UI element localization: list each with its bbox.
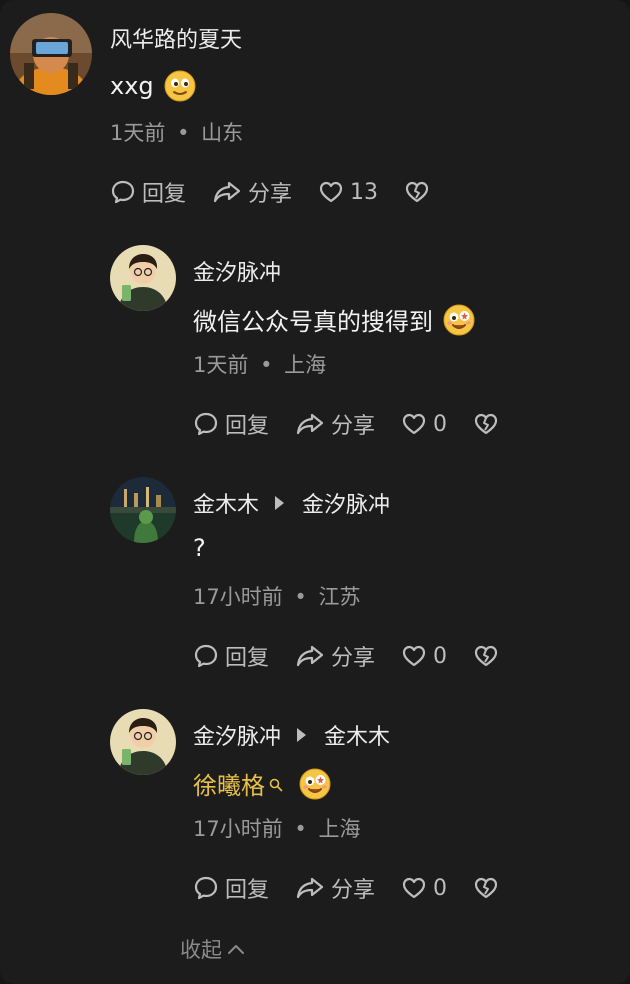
share-label: 分享 [331,878,376,903]
comment-text: 微信公众号真的搜得到 [193,302,475,337]
comment-body: 微信公众号真的搜得到 [193,308,433,336]
broken-heart-icon [474,877,498,899]
dislike-button[interactable] [473,411,499,437]
author-name-row: 风华路的夏天 [110,22,242,54]
comment-text: 徐曦格 [193,766,331,801]
comment-meta: 1天前 • 上海 [193,349,326,379]
reply-button[interactable]: 回复 [193,872,269,904]
broken-heart-icon [474,413,498,435]
broken-heart-icon [474,645,498,667]
separator-dot: • [177,121,190,145]
like-button[interactable]: 13 [318,179,378,205]
author-name-row: 金汐脉冲 金木木 [193,719,390,751]
comment-text: xxg [110,70,196,102]
share-label: 分享 [248,182,293,207]
collapse-replies-button[interactable]: 收起 [180,934,246,964]
reply-to-name[interactable]: 金汐脉冲 [302,487,390,519]
comment-meta: 17小时前 • 上海 [193,813,361,843]
avatar[interactable] [10,13,92,95]
reply-label: 回复 [142,182,187,207]
reply-to-arrow-icon [297,728,307,742]
share-arrow-icon [296,645,324,667]
heart-icon [319,181,343,203]
comment-location: 上海 [284,353,327,377]
heart-icon [402,877,426,899]
comment-actions: 回复 分享 13 [110,176,456,208]
comment-body: ? [193,534,206,562]
share-button[interactable]: 分享 [295,408,375,440]
author-name[interactable]: 金木木 [193,487,259,519]
comment-bubble-icon [111,180,135,204]
separator-dot: • [260,353,273,377]
reply-button[interactable]: 回复 [110,176,186,208]
author-name[interactable]: 金汐脉冲 [193,255,281,287]
separator-dot: • [294,817,307,841]
like-button[interactable]: 0 [401,875,447,901]
like-button[interactable]: 0 [401,411,447,437]
comment-actions: 回复 分享 0 [193,408,525,440]
dislike-button[interactable] [473,643,499,669]
broken-heart-icon [405,181,429,203]
comment-location: 上海 [318,817,361,841]
smile-face-emoji [164,70,196,102]
author-name-row: 金汐脉冲 [193,255,281,287]
author-name-row: 金木木 金汐脉冲 [193,487,390,519]
share-button[interactable]: 分享 [212,176,292,208]
comment-time: 17小时前 [193,817,283,841]
comment-bubble-icon [194,644,218,668]
comment-body: xxg [110,72,154,100]
comment-meta: 17小时前 • 江苏 [193,581,361,611]
comment-time: 1天前 [193,353,249,377]
reply-label: 回复 [225,414,270,439]
avatar[interactable] [110,709,176,775]
share-button[interactable]: 分享 [295,872,375,904]
comment-location: 山东 [201,121,244,145]
share-arrow-icon [296,877,324,899]
chevron-up-icon [228,945,244,954]
starry-eyed-face-emoji [443,304,475,336]
reply-label: 回复 [225,646,270,671]
comment-panel: 风华路的夏天 xxg 1天前 • 山东 回复 分享 13 金汐脉冲 微信公众号真… [0,0,630,984]
comment-actions: 回复 分享 0 [193,872,525,904]
comment-location: 江苏 [318,585,361,609]
search-link[interactable]: 徐曦格 [193,766,265,801]
reply-to-arrow-icon [275,496,285,510]
comment-meta: 1天前 • 山东 [110,117,243,147]
author-name[interactable]: 金汐脉冲 [193,719,281,751]
comment-bubble-icon [194,412,218,436]
heart-icon [402,645,426,667]
share-label: 分享 [331,414,376,439]
dislike-button[interactable] [404,179,430,205]
share-arrow-icon [213,181,241,203]
collapse-label: 收起 [180,938,222,962]
reply-button[interactable]: 回复 [193,408,269,440]
reply-button[interactable]: 回复 [193,640,269,672]
dislike-button[interactable] [473,875,499,901]
share-button[interactable]: 分享 [295,640,375,672]
share-label: 分享 [331,646,376,671]
like-count: 13 [350,179,379,205]
comment-text: ? [193,534,206,562]
like-count: 0 [433,643,448,669]
share-arrow-icon [296,413,324,435]
comment-bubble-icon [194,876,218,900]
like-count: 0 [433,875,448,901]
reply-to-name[interactable]: 金木木 [324,719,390,751]
like-count: 0 [433,411,448,437]
separator-dot: • [294,585,307,609]
heart-icon [402,413,426,435]
search-icon[interactable] [269,770,283,798]
comment-time: 1天前 [110,121,166,145]
author-name[interactable]: 风华路的夏天 [110,22,242,54]
like-button[interactable]: 0 [401,643,447,669]
avatar[interactable] [110,477,176,543]
starry-eyed-face-emoji [299,768,331,800]
comment-actions: 回复 分享 0 [193,640,525,672]
reply-label: 回复 [225,878,270,903]
comment-time: 17小时前 [193,585,283,609]
avatar[interactable] [110,245,176,311]
